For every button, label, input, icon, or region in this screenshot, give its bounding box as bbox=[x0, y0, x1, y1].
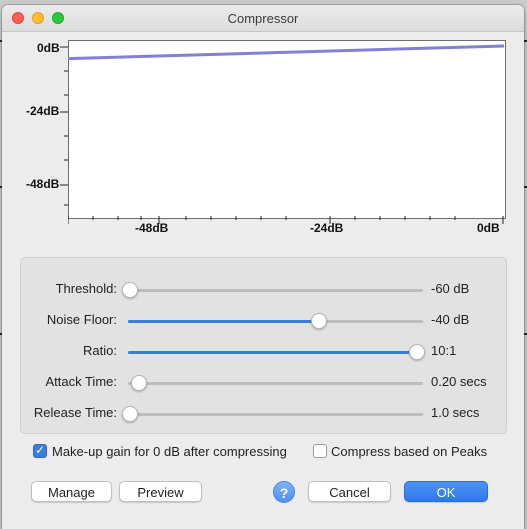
cancel-button[interactable]: Cancel bbox=[308, 481, 391, 502]
checkmark-icon: ✓ bbox=[35, 443, 46, 457]
ratio-slider-fill bbox=[128, 351, 423, 354]
ratio-value: 10:1 bbox=[431, 343, 457, 358]
threshold-slider[interactable] bbox=[128, 289, 423, 292]
ratio-label: Ratio: bbox=[83, 343, 117, 358]
noise-floor-slider[interactable] bbox=[128, 320, 423, 323]
ok-button[interactable]: OK bbox=[404, 481, 488, 502]
release-time-slider[interactable] bbox=[128, 413, 423, 416]
help-button[interactable]: ? bbox=[273, 481, 295, 503]
threshold-label: Threshold: bbox=[55, 281, 117, 296]
release-time-slider-knob[interactable] bbox=[122, 406, 138, 422]
makeup-gain-checkbox[interactable]: ✓ bbox=[33, 443, 47, 458]
attack-time-slider-knob[interactable] bbox=[130, 375, 147, 391]
title-bar[interactable]: Compressor bbox=[2, 5, 524, 32]
noise-floor-label: Noise Floor: bbox=[46, 312, 117, 327]
makeup-gain-label[interactable]: Make-up gain for 0 dB after compressing bbox=[52, 444, 287, 459]
attack-time-value: 0.20 secs bbox=[431, 374, 487, 389]
manage-button[interactable]: Manage bbox=[31, 481, 112, 502]
ratio-slider[interactable] bbox=[128, 351, 423, 354]
preview-button[interactable]: Preview bbox=[119, 481, 202, 502]
x-axis-label-minus24db: -24dB bbox=[310, 221, 344, 235]
noise-floor-slider-fill bbox=[128, 320, 323, 323]
x-axis-ticks bbox=[68, 216, 504, 224]
noise-floor-slider-knob[interactable] bbox=[311, 313, 328, 329]
attack-time-slider[interactable] bbox=[128, 382, 423, 385]
compression-curve bbox=[67, 44, 505, 61]
release-time-value: 1.0 secs bbox=[431, 405, 480, 420]
compress-peaks-checkbox[interactable] bbox=[313, 444, 327, 458]
threshold-value: -60 dB bbox=[431, 281, 470, 296]
compress-peaks-label[interactable]: Compress based on Peaks bbox=[331, 444, 487, 459]
x-axis-label-0db: 0dB bbox=[477, 221, 500, 235]
x-axis-label-minus48db: -48dB bbox=[135, 221, 169, 235]
ratio-slider-knob[interactable] bbox=[409, 344, 425, 360]
compressor-dialog: Compressor 0dB -24dB -48dB -48dB -24dB 0… bbox=[2, 5, 524, 529]
release-time-label: Release Time: bbox=[33, 405, 117, 420]
threshold-slider-knob[interactable] bbox=[122, 282, 138, 298]
noise-floor-value: -40 dB bbox=[431, 312, 470, 327]
parameters-panel: Threshold: -60 dB Noise Floor: -40 dB Ratio:… bbox=[20, 257, 507, 434]
attack-time-label: Attack Time: bbox=[45, 374, 117, 389]
window-title: Compressor bbox=[227, 11, 299, 26]
